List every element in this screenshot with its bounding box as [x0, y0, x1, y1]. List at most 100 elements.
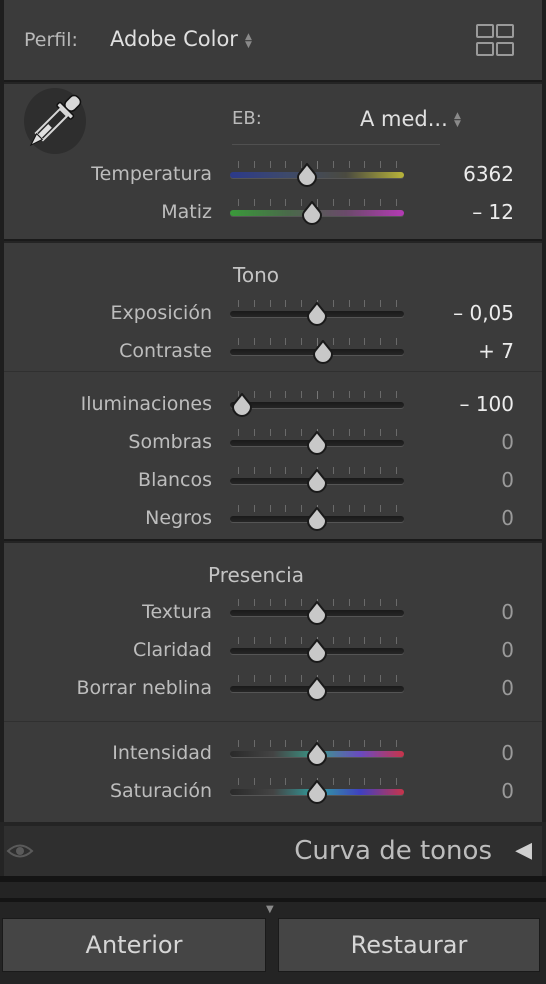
- slider-thumb[interactable]: [231, 392, 253, 418]
- slider-tick: [380, 429, 382, 436]
- panel-separator-2: [0, 898, 546, 902]
- slider-value[interactable]: 0: [501, 779, 514, 803]
- wb-updown-icon[interactable]: ▲ ▼: [454, 112, 461, 129]
- slider-tick: [285, 429, 287, 436]
- slider-tick: [269, 740, 271, 747]
- slider-thumb[interactable]: [306, 638, 328, 664]
- slider-tick: [269, 637, 271, 644]
- slider-tick: [332, 300, 334, 307]
- eyedropper-icon[interactable]: [24, 88, 86, 154]
- textura-slider[interactable]: [230, 599, 404, 629]
- slider-thumb[interactable]: [306, 600, 328, 626]
- slider-label: Negros: [145, 507, 212, 529]
- slider-label: Borrar neblina: [76, 677, 212, 699]
- profile-dropdown[interactable]: Adobe Color: [110, 27, 238, 51]
- profile-updown-icon[interactable]: ▲ ▼: [245, 33, 252, 50]
- slider-tick: [348, 429, 350, 436]
- slider-thumb[interactable]: [306, 676, 328, 702]
- previous-button[interactable]: Anterior: [2, 918, 266, 972]
- slider-thumb[interactable]: [296, 162, 318, 188]
- profile-label: Perfil:: [24, 29, 78, 51]
- slider-tick: [396, 199, 397, 206]
- intensidad-slider[interactable]: [230, 740, 404, 770]
- slider-tick: [364, 429, 366, 436]
- slider-value[interactable]: 0: [501, 468, 514, 492]
- slider-tick: [348, 637, 350, 644]
- slider-tick: [253, 467, 255, 474]
- iluminaciones-slider[interactable]: [230, 391, 404, 421]
- slider-tick: [348, 740, 350, 747]
- slider-thumb[interactable]: [306, 301, 328, 327]
- slider-value[interactable]: 0: [501, 506, 514, 530]
- grid-icon[interactable]: [476, 24, 516, 56]
- temperatura-slider[interactable]: [230, 161, 404, 191]
- slider-value[interactable]: – 0,05: [453, 301, 514, 325]
- slider-thumb[interactable]: [306, 430, 328, 456]
- slider-value[interactable]: 0: [501, 638, 514, 662]
- slider-thumb[interactable]: [306, 741, 328, 767]
- saturacion-slider[interactable]: [230, 778, 404, 808]
- presence-title: Presencia: [207, 563, 304, 587]
- slider-tick: [364, 505, 366, 512]
- slider-value[interactable]: 0: [501, 600, 514, 624]
- slider-thumb[interactable]: [312, 339, 334, 365]
- negros-slider[interactable]: [230, 505, 404, 535]
- slider-tick: [396, 675, 397, 682]
- slider-tick: [238, 740, 239, 747]
- slider-tick: [269, 391, 271, 398]
- matiz-slider[interactable]: [230, 199, 404, 229]
- slider-tick: [396, 161, 397, 168]
- slider-tick: [396, 467, 397, 474]
- slider-tick: [396, 338, 397, 345]
- wb-dropdown[interactable]: A med...: [360, 107, 448, 131]
- slider-row-matiz: Matiz – 12: [4, 199, 542, 229]
- slider-value[interactable]: 6362: [463, 162, 514, 186]
- slider-value[interactable]: – 12: [472, 200, 514, 224]
- slider-tick: [348, 391, 350, 398]
- slider-tick: [364, 300, 366, 307]
- slider-tick: [238, 599, 239, 606]
- slider-value[interactable]: 0: [501, 676, 514, 700]
- tone-curve-title[interactable]: Curva de tonos: [294, 836, 492, 866]
- slider-tick: [269, 778, 271, 785]
- slider-tick: [348, 467, 350, 474]
- slider-tick: [285, 599, 287, 606]
- slider-tick: [332, 161, 334, 168]
- slider-thumb[interactable]: [306, 779, 328, 805]
- blancos-slider[interactable]: [230, 467, 404, 497]
- slider-tick: [332, 391, 334, 398]
- tone-curve-header[interactable]: Curva de tonos ◀: [4, 826, 542, 878]
- profile-section: Perfil: Adobe Color ▲ ▼: [4, 0, 542, 82]
- slider-tick: [285, 467, 287, 474]
- slider-tick: [380, 391, 382, 398]
- slider-tick: [332, 637, 334, 644]
- borrar-neblina-slider[interactable]: [230, 675, 404, 705]
- slider-value[interactable]: 0: [501, 741, 514, 765]
- slider-value[interactable]: 0: [501, 430, 514, 454]
- claridad-slider[interactable]: [230, 637, 404, 667]
- slider-value[interactable]: – 100: [459, 392, 514, 416]
- slider-tick: [348, 599, 350, 606]
- slider-tick: [285, 391, 287, 398]
- slider-tick: [380, 338, 382, 345]
- slider-tick: [348, 505, 350, 512]
- slider-tick: [269, 338, 271, 345]
- slider-tick: [332, 778, 334, 785]
- slider-thumb[interactable]: [306, 468, 328, 494]
- slider-thumb[interactable]: [301, 200, 323, 226]
- slider-tick: [253, 300, 255, 307]
- slider-track[interactable]: [230, 402, 404, 408]
- slider-thumb[interactable]: [306, 506, 328, 532]
- slider-tick: [332, 740, 334, 747]
- eye-icon[interactable]: [6, 840, 34, 862]
- slider-tick: [348, 778, 350, 785]
- sombras-slider[interactable]: [230, 429, 404, 459]
- contraste-slider[interactable]: [230, 338, 404, 368]
- exposicion-slider[interactable]: [230, 300, 404, 330]
- triangle-left-icon[interactable]: ◀: [515, 838, 532, 863]
- slider-tick: [253, 599, 255, 606]
- slider-tick: [332, 467, 334, 474]
- reset-button[interactable]: Restaurar: [278, 918, 540, 972]
- slider-value[interactable]: + 7: [478, 339, 514, 363]
- slider-tick: [332, 429, 334, 436]
